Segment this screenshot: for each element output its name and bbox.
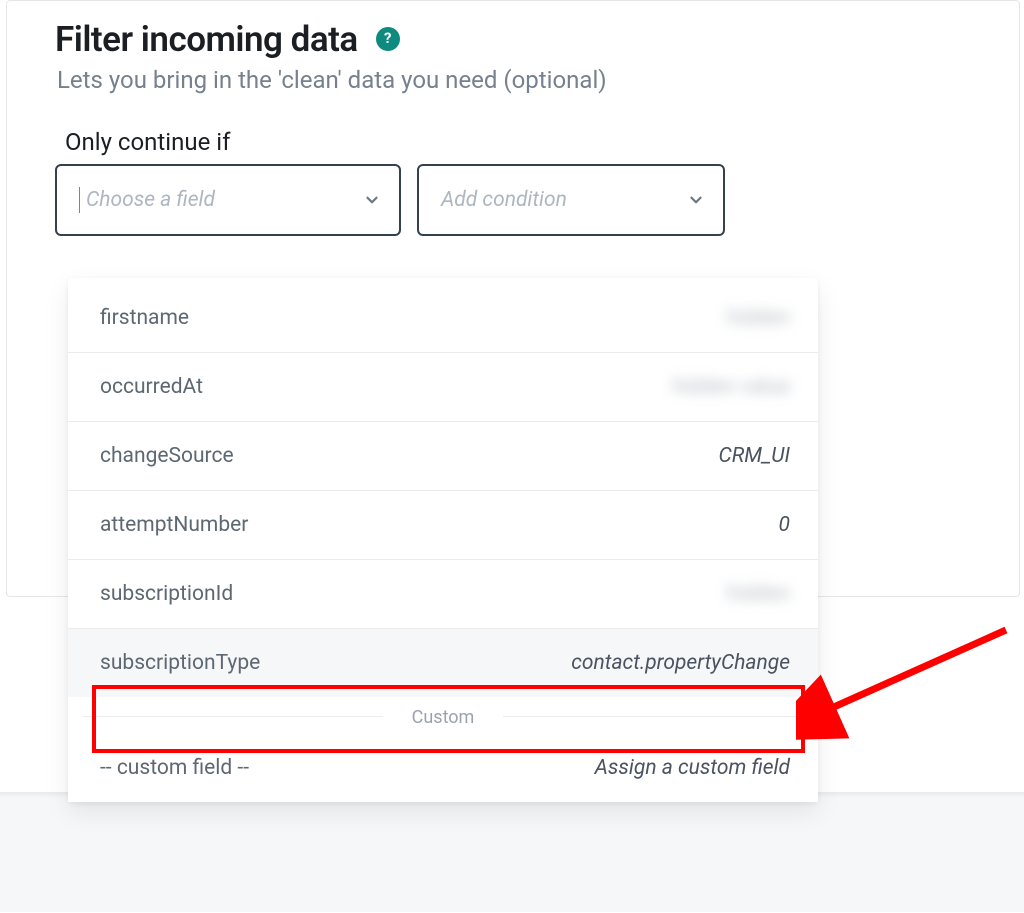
dropdown-item-subscriptionid[interactable]: subscriptionId hidden (68, 560, 818, 629)
dropdown-item-label: subscriptionType (100, 651, 260, 675)
dropdown-item-label: subscriptionId (100, 582, 233, 606)
dropdown-item-occurredat[interactable]: occurredAt hidden value (68, 353, 818, 422)
dropdown-item-value: hidden value (672, 375, 790, 399)
choose-field-select[interactable]: Choose a field (55, 164, 401, 236)
dropdown-item-value: CRM_UI (718, 444, 790, 468)
only-continue-label: Only continue if (65, 128, 995, 156)
annotation-arrow-icon (796, 620, 1016, 760)
dropdown-item-label: firstname (100, 306, 189, 330)
field-dropdown: firstname hidden occurredAt hidden value… (68, 278, 818, 802)
dropdown-item-subscriptiontype[interactable]: subscriptionType contact.propertyChange (68, 629, 818, 697)
dropdown-item-label: changeSource (100, 444, 234, 468)
dropdown-item-label: -- custom field -- (100, 756, 249, 780)
add-condition-select[interactable]: Add condition (417, 164, 725, 236)
dropdown-item-value: hidden (727, 582, 790, 606)
dropdown-item-custom-field[interactable]: -- custom field -- Assign a custom field (68, 734, 818, 802)
help-icon[interactable]: ? (376, 27, 400, 51)
page-subtitle: Lets you bring in the 'clean' data you n… (57, 66, 995, 94)
dropdown-item-attemptnumber[interactable]: attemptNumber 0 (68, 491, 818, 560)
choose-field-placeholder: Choose a field (86, 188, 215, 212)
text-cursor (79, 187, 80, 213)
dropdown-item-label: occurredAt (100, 375, 203, 399)
dropdown-section-custom: Custom (68, 697, 818, 734)
add-condition-placeholder: Add condition (441, 188, 567, 212)
page-title: Filter incoming data (55, 19, 358, 60)
chevron-down-icon (363, 191, 381, 209)
dropdown-item-label: attemptNumber (100, 513, 248, 537)
dropdown-item-firstname[interactable]: firstname hidden (68, 284, 818, 353)
dropdown-item-value: hidden (727, 306, 790, 330)
dropdown-item-value: Assign a custom field (595, 756, 790, 780)
dropdown-item-value: 0 (779, 513, 790, 537)
page-footer-strip (0, 792, 1024, 912)
dropdown-item-value: contact.propertyChange (571, 651, 790, 675)
chevron-down-icon (687, 191, 705, 209)
dropdown-item-changesource[interactable]: changeSource CRM_UI (68, 422, 818, 491)
